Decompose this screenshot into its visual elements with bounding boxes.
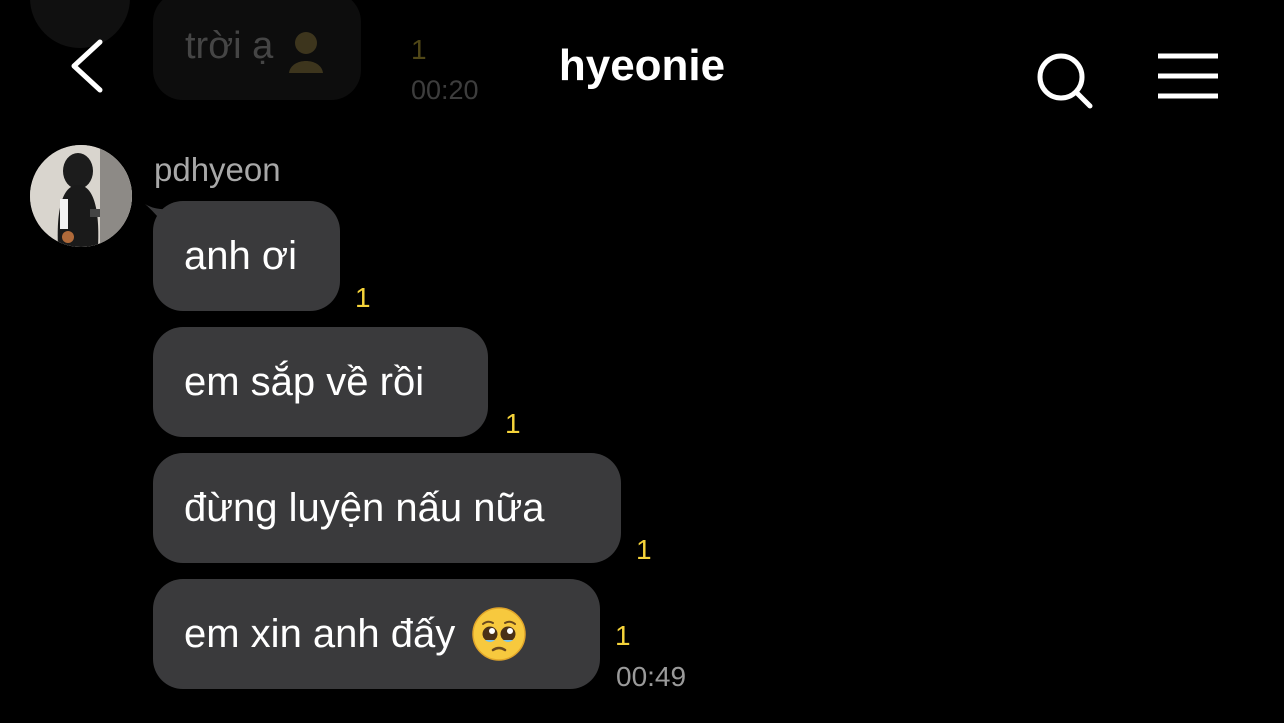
message-bubble[interactable]: đừng luyện nấu nữa	[153, 453, 621, 563]
message-bubble[interactable]: anh ơi	[153, 201, 340, 311]
search-button[interactable]	[1030, 46, 1100, 116]
message-text: đừng luyện nấu nữa	[184, 485, 545, 530]
message-bubble[interactable]: em xin anh đấy	[153, 579, 600, 689]
menu-button[interactable]	[1150, 46, 1226, 106]
unread-count: 1	[505, 408, 521, 439]
message-text: em sắp về rồi	[184, 359, 425, 404]
pleading-face-emoji-icon	[472, 607, 527, 661]
message-text: em xin anh đấy	[184, 611, 456, 656]
unread-count: 1	[615, 620, 631, 651]
sender-avatar[interactable]	[30, 145, 132, 247]
profile-photo-icon	[30, 145, 132, 247]
message-time: 00:49	[616, 661, 687, 692]
sender-name: pdhyeon	[154, 151, 281, 188]
search-icon	[1037, 53, 1093, 109]
hamburger-menu-icon	[1158, 53, 1218, 99]
unread-count: 1	[636, 534, 652, 565]
unread-count: 1	[355, 282, 371, 313]
message-text: anh ơi	[184, 233, 297, 278]
message-bubble[interactable]: em sắp về rồi	[153, 327, 488, 437]
